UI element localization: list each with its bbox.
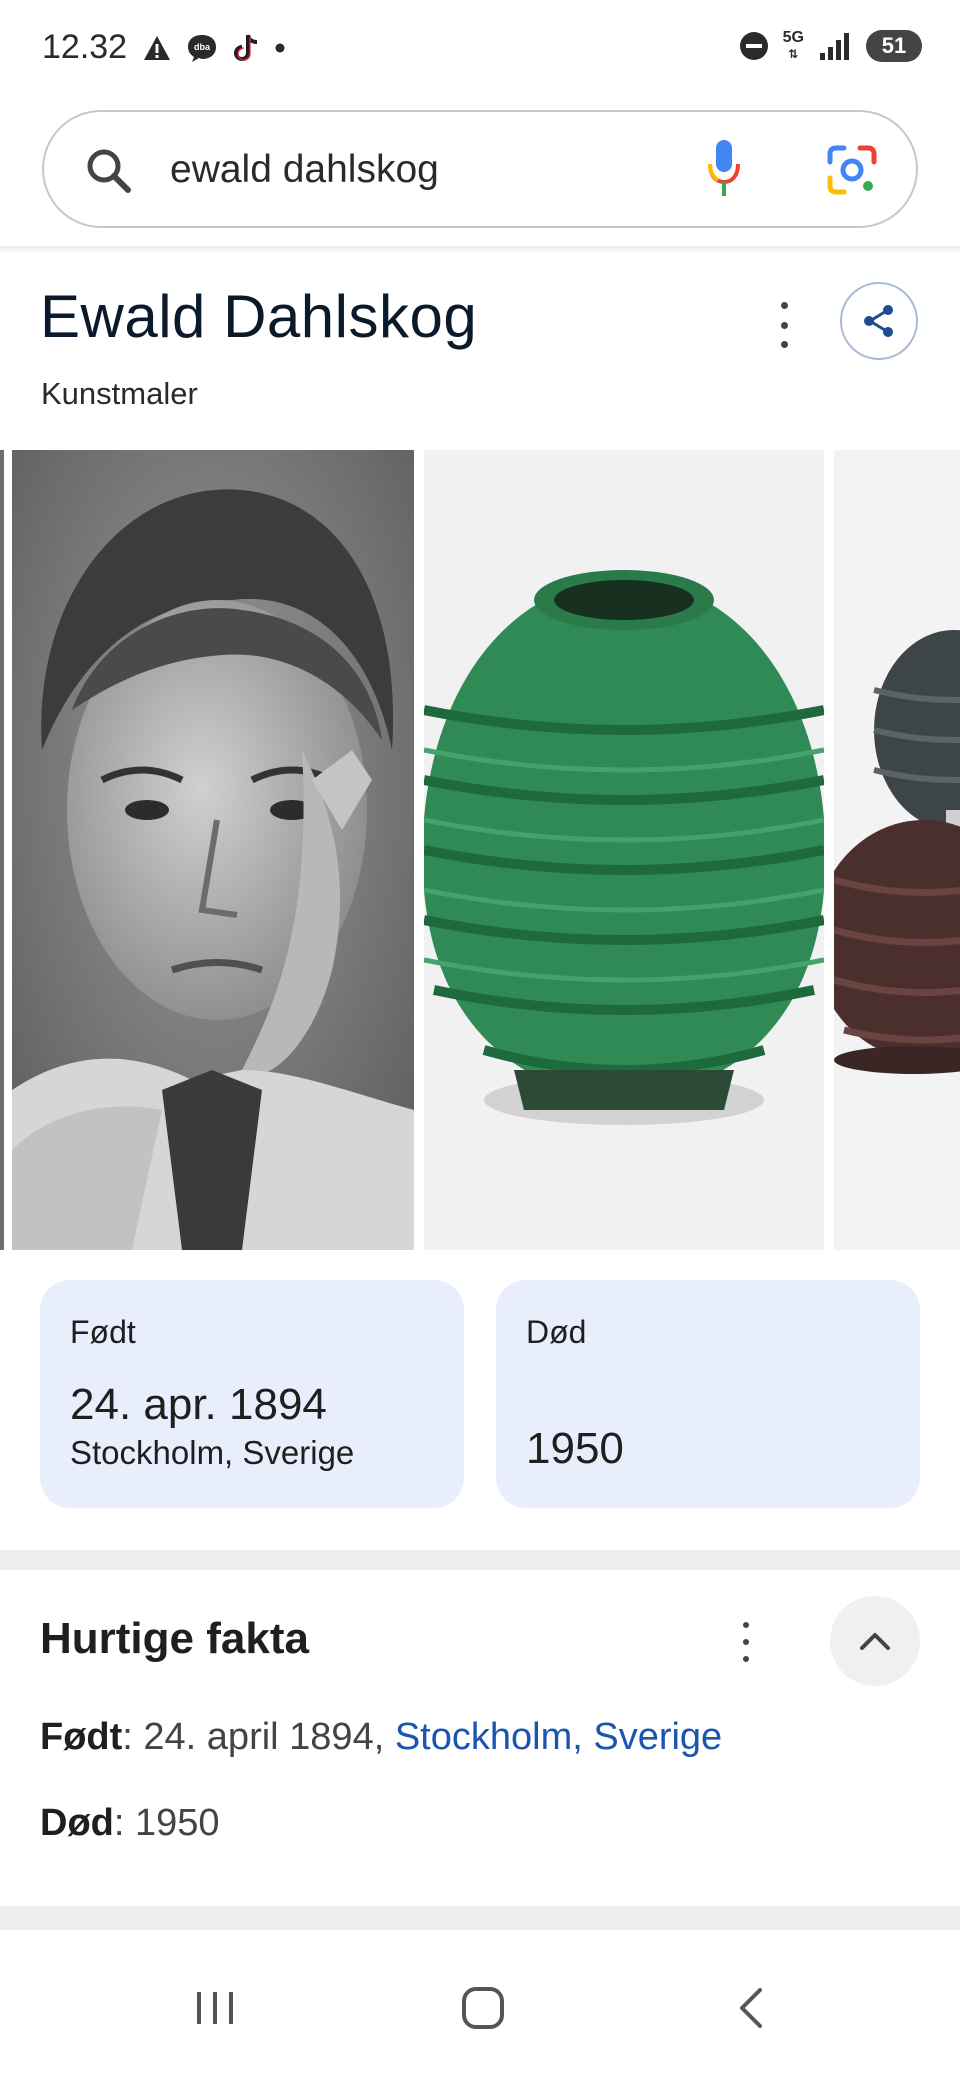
green-vase-image[interactable] xyxy=(424,450,824,1250)
fact-died-row: Død: 1950 xyxy=(40,1802,220,1845)
green-vase-illustration xyxy=(424,450,824,1250)
lens-icon[interactable] xyxy=(824,142,880,198)
dba-icon: dba xyxy=(188,35,216,62)
dnd-icon xyxy=(739,32,768,60)
born-card-label: Født xyxy=(70,1314,136,1350)
fact-died-date: 1950 xyxy=(124,1802,220,1844)
navigation-bar xyxy=(0,1930,960,2080)
network-label: 5G xyxy=(782,29,804,46)
fact-born-row: Født: 24. april 1894, Stockholm, Sverige xyxy=(40,1716,722,1759)
collapse-button[interactable] xyxy=(830,1596,920,1686)
dot-icon xyxy=(275,43,285,53)
share-button[interactable] xyxy=(840,282,918,360)
signal-icon xyxy=(820,33,849,60)
entity-subtitle: Kunstmaler xyxy=(41,376,198,411)
fact-born-date: 24. april 1894, xyxy=(132,1716,395,1758)
network-5g-icon: 5G ⇅ xyxy=(782,29,804,62)
mic-icon[interactable] xyxy=(704,138,744,200)
died-card-date: 1950 xyxy=(526,1424,624,1473)
battery-indicator: 51 xyxy=(866,30,922,62)
dark-vases-illustration xyxy=(834,450,960,1250)
tiktok-icon xyxy=(234,34,258,61)
fact-colon: : xyxy=(113,1802,125,1844)
born-card-date: 24. apr. 1894 xyxy=(70,1380,327,1429)
back-button[interactable] xyxy=(706,1978,796,2038)
fact-born-place-link[interactable]: Stockholm, Sverige xyxy=(395,1716,722,1758)
more-options-icon[interactable] xyxy=(772,302,796,348)
image-carousel[interactable] xyxy=(0,450,960,1250)
back-icon xyxy=(740,1988,762,2028)
portrait-image[interactable] xyxy=(12,450,414,1250)
status-time: 12.32 xyxy=(42,28,128,66)
system-icons: 5G ⇅ 51 xyxy=(739,30,922,62)
search-icon[interactable] xyxy=(84,146,134,196)
entity-title: Ewald Dahlskog xyxy=(40,283,478,350)
home-icon xyxy=(462,1987,504,2029)
quick-facts-more-icon[interactable] xyxy=(736,1622,756,1662)
recent-apps-button[interactable] xyxy=(170,1978,260,2038)
chevron-up-icon xyxy=(860,1633,890,1650)
home-button[interactable] xyxy=(438,1978,528,2038)
fact-died-key: Død xyxy=(40,1802,114,1844)
born-card[interactable]: Født 24. apr. 1894 Stockholm, Sverige xyxy=(40,1280,464,1508)
section-divider xyxy=(0,1550,960,1570)
fact-colon: : xyxy=(122,1716,133,1758)
status-bar: 12.32 dba 5G ⇅ 51 xyxy=(0,0,960,100)
dark-vases-image[interactable] xyxy=(834,450,960,1250)
previous-image-edge[interactable] xyxy=(0,450,4,1250)
born-card-place: Stockholm, Sverige xyxy=(70,1434,355,1471)
notification-icons: dba xyxy=(142,32,286,64)
svg-text:dba: dba xyxy=(194,42,211,52)
recent-apps-icon xyxy=(197,1992,233,2024)
died-card-label: Død xyxy=(526,1314,587,1350)
died-card[interactable]: Død 1950 xyxy=(496,1280,920,1508)
search-input[interactable] xyxy=(170,142,730,198)
quick-facts-title: Hurtige fakta xyxy=(40,1614,309,1663)
share-icon xyxy=(864,305,893,337)
portrait-illustration xyxy=(12,450,414,1250)
warning-icon xyxy=(144,36,170,60)
fact-born-key: Født xyxy=(40,1716,123,1758)
header-shadow xyxy=(0,246,960,254)
search-bar[interactable] xyxy=(42,110,918,228)
section-divider xyxy=(0,1906,960,1930)
